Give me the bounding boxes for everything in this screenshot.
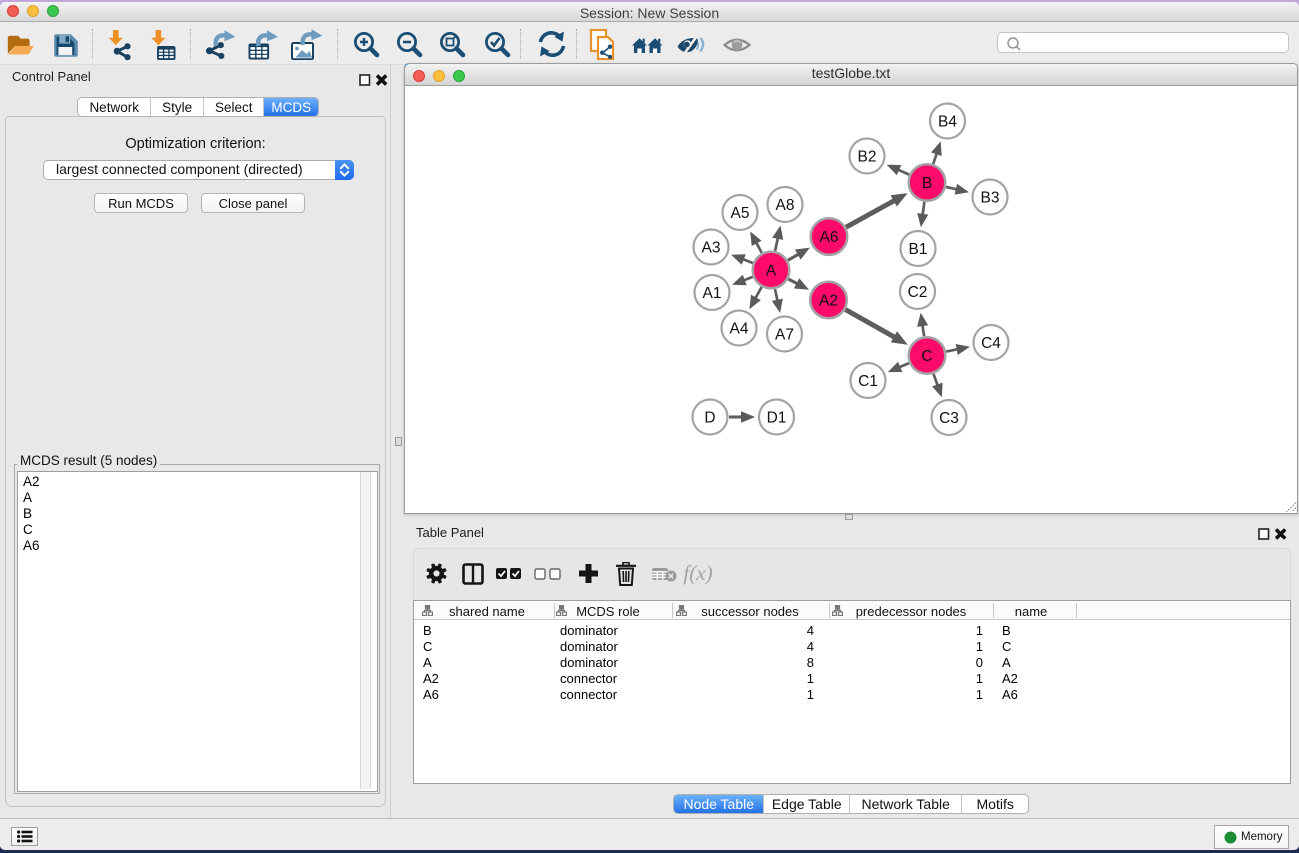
svg-text:f(x): f(x) [683, 561, 712, 585]
